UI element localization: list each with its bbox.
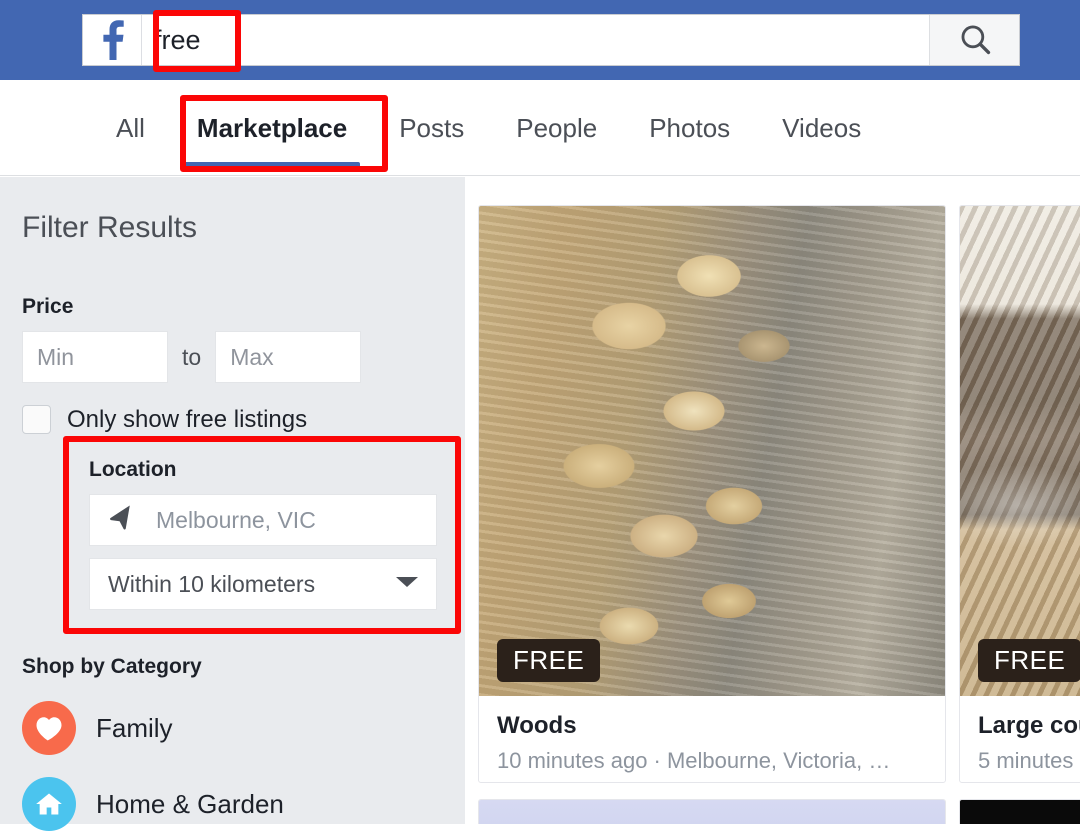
heart-icon xyxy=(22,701,76,755)
page-content: Filter Results Price to Only show free l… xyxy=(0,177,1080,831)
search-tabs-bar: All Marketplace Posts People Photos Vide… xyxy=(0,80,1080,176)
free-listings-label: Only show free listings xyxy=(67,405,308,433)
listing-card[interactable]: FREE Large couch 5 minutes ago xyxy=(959,205,1080,783)
price-min-input[interactable] xyxy=(22,331,168,383)
location-arrow-icon xyxy=(108,504,134,536)
price-label: Price xyxy=(22,295,74,318)
filter-results-title: Filter Results xyxy=(22,211,198,244)
price-max-input[interactable] xyxy=(215,331,362,383)
free-badge: FREE xyxy=(497,639,601,682)
location-radius-value: Within 10 kilometers xyxy=(108,570,316,597)
category-filter-section: Shop by Category Family Home & Garden xyxy=(0,655,465,831)
listing-info: Large couch 5 minutes ago xyxy=(960,696,1080,782)
tab-posts[interactable]: Posts xyxy=(373,80,490,176)
listing-image[interactable]: FREE xyxy=(960,206,1080,696)
location-input[interactable]: Melbourne, VIC xyxy=(89,494,437,546)
category-label-home-garden: Home & Garden xyxy=(96,788,284,819)
facebook-top-bar xyxy=(0,0,1080,80)
tab-all[interactable]: All xyxy=(90,80,171,176)
listing-title: Woods xyxy=(497,712,577,739)
search-bar xyxy=(82,14,1020,66)
shop-by-category-label: Shop by Category xyxy=(22,655,202,678)
location-filter-section: Location Melbourne, VIC Within 10 kilome… xyxy=(69,442,455,610)
search-icon xyxy=(958,22,992,59)
search-input[interactable] xyxy=(141,15,929,65)
free-listings-checkbox[interactable] xyxy=(22,405,51,434)
listing-image[interactable]: FREE xyxy=(479,206,945,696)
listing-card[interactable]: FREE Woods 10 minutes ago · Melbourne, V… xyxy=(478,205,946,783)
search-tabs: All Marketplace Posts People Photos Vide… xyxy=(90,80,887,176)
marketplace-results-grid: FREE Woods 10 minutes ago · Melbourne, V… xyxy=(465,177,1080,824)
category-item-family[interactable]: Family xyxy=(22,701,465,755)
location-radius-select[interactable]: Within 10 kilometers xyxy=(89,558,437,610)
tab-videos[interactable]: Videos xyxy=(756,80,887,176)
house-icon xyxy=(22,777,76,831)
listing-meta: 10 minutes ago · Melbourne, Victoria, … xyxy=(497,748,891,773)
price-filter-section: Price to Only show free listings xyxy=(0,295,465,434)
price-range-row: to xyxy=(22,331,465,383)
chevron-down-icon xyxy=(394,574,420,595)
tab-photos[interactable]: Photos xyxy=(623,80,756,176)
listing-card[interactable] xyxy=(478,799,946,824)
listing-card[interactable] xyxy=(959,799,1080,824)
facebook-f-logo[interactable] xyxy=(83,15,141,65)
free-listings-checkbox-row[interactable]: Only show free listings xyxy=(22,405,465,434)
price-separator: to xyxy=(182,343,202,370)
listing-image[interactable] xyxy=(960,800,1080,824)
listing-title: Large couch xyxy=(978,712,1080,739)
listing-meta: 5 minutes ago xyxy=(978,748,1080,773)
listing-image[interactable] xyxy=(479,800,945,824)
tab-marketplace[interactable]: Marketplace xyxy=(171,80,373,176)
location-filter-highlight: Location Melbourne, VIC Within 10 kilome… xyxy=(63,436,461,634)
location-label: Location xyxy=(89,458,177,481)
category-label-family: Family xyxy=(96,712,173,743)
filter-sidebar: Filter Results Price to Only show free l… xyxy=(0,177,465,831)
search-button[interactable] xyxy=(929,15,1019,65)
category-item-home-garden[interactable]: Home & Garden xyxy=(22,777,465,831)
free-badge: FREE xyxy=(978,639,1080,682)
location-placeholder-text: Melbourne, VIC xyxy=(156,506,316,533)
tab-people[interactable]: People xyxy=(490,80,623,176)
listing-info: Woods 10 minutes ago · Melbourne, Victor… xyxy=(479,696,945,782)
